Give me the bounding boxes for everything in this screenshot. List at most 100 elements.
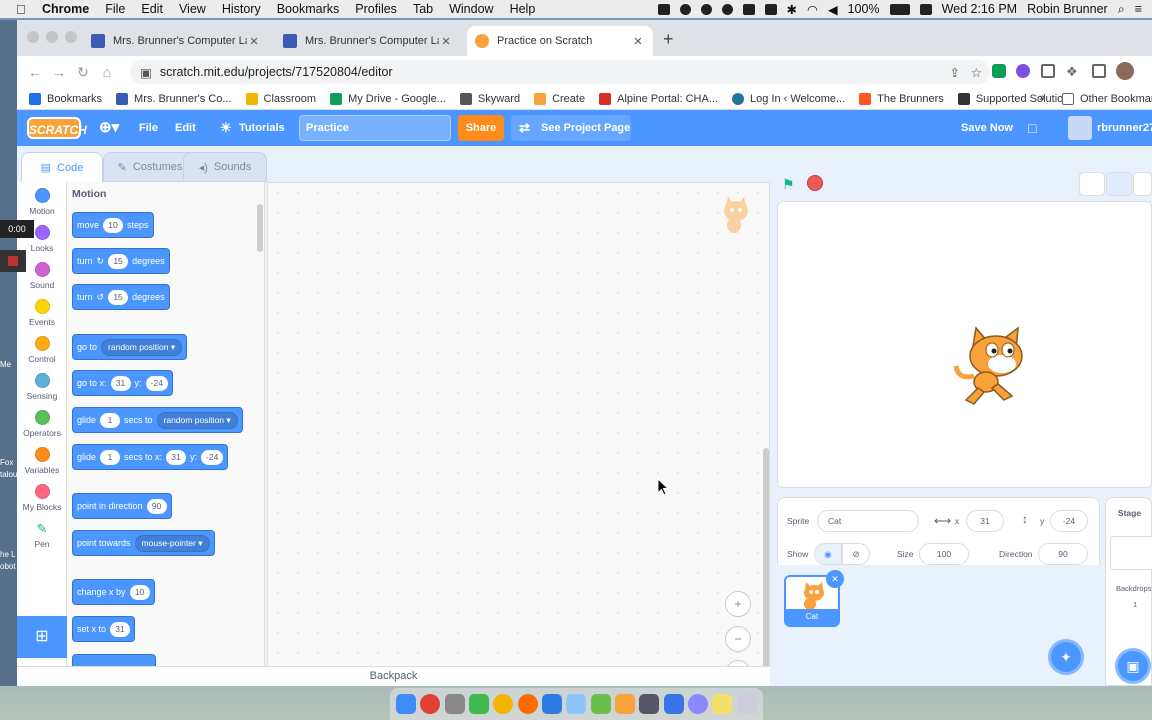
scratch-logo[interactable]: SCRATCH	[27, 117, 87, 139]
block-input[interactable]: 15	[108, 253, 129, 269]
app-icon[interactable]	[542, 694, 563, 714]
show-hidden-button[interactable]: ⊘	[842, 543, 870, 565]
bookmarks-overflow-icon[interactable]: »	[1039, 92, 1045, 104]
spotlight-search-icon[interactable]: ⌕	[1118, 2, 1125, 17]
status-cloud-icon[interactable]	[721, 3, 733, 15]
block-input[interactable]: -24	[201, 449, 224, 465]
app-icon[interactable]	[639, 694, 660, 714]
bookmark-item[interactable]: Skyward	[459, 92, 520, 105]
block-turn-left[interactable]: turn ↺ 15 degrees	[72, 284, 170, 310]
green-flag-icon[interactable]: ⚑	[782, 176, 795, 193]
bookmark-item[interactable]: Alpine Portal: CHA...	[599, 92, 718, 105]
menu-edit[interactable]: Edit	[141, 2, 163, 16]
close-icon[interactable]: ✕	[439, 35, 453, 48]
control-center-icon[interactable]	[919, 3, 932, 15]
lock-icon[interactable]: ▣	[140, 65, 152, 80]
account-username[interactable]: rbrunner27	[1097, 110, 1152, 146]
menu-help[interactable]: Help	[510, 2, 536, 16]
block-input[interactable]: 10	[103, 217, 124, 233]
firefox-icon[interactable]	[517, 694, 538, 714]
photos-icon[interactable]	[493, 694, 514, 714]
code-workspace[interactable]	[267, 182, 770, 678]
status-app-icon-2[interactable]	[700, 3, 712, 15]
bookmark-item[interactable]: Log In ‹ Welcome...	[731, 92, 845, 105]
recording-stop-button[interactable]	[0, 250, 26, 272]
show-visible-button[interactable]: ◉	[814, 543, 842, 565]
category-my-blocks[interactable]: My Blocks	[17, 484, 67, 512]
small-stage-button[interactable]	[1079, 172, 1105, 196]
close-icon[interactable]: ✕	[247, 35, 261, 48]
block-dropdown[interactable]: random position ▾	[101, 338, 183, 356]
block-input[interactable]: 15	[108, 289, 129, 305]
sprite-name-input[interactable]: Cat	[817, 510, 919, 532]
stage-target-panel[interactable]: Stage Backdrops 1 ▣	[1105, 497, 1152, 686]
chrome-icon[interactable]	[420, 694, 441, 714]
browser-tab-active[interactable]: Practice on Scratch ✕	[467, 26, 653, 56]
block-glide-to[interactable]: glide 1 secs to random position ▾	[72, 407, 243, 433]
menu-profiles[interactable]: Profiles	[355, 2, 397, 16]
extension-icon[interactable]	[1016, 64, 1030, 78]
volume-icon[interactable]: ◀	[828, 2, 838, 17]
trash-icon[interactable]	[736, 694, 757, 714]
lightbulb-icon[interactable]: ☀	[220, 110, 232, 146]
preview-icon[interactable]	[566, 694, 587, 714]
status-gear-icon[interactable]	[679, 3, 691, 15]
fullscreen-button[interactable]	[1133, 172, 1152, 196]
menu-view[interactable]: View	[179, 2, 206, 16]
extensions-puzzle-icon[interactable]: ❖	[1066, 64, 1078, 80]
see-project-page-button[interactable]: ⇄ See Project Page	[511, 115, 631, 141]
settings-icon[interactable]	[688, 694, 709, 714]
project-title-input[interactable]: Practice	[299, 115, 451, 141]
category-pen[interactable]: ✎ Pen	[17, 521, 67, 549]
close-icon[interactable]: ✕	[631, 35, 645, 48]
block-input[interactable]: 10	[129, 584, 150, 600]
menu-bookmarks[interactable]: Bookmarks	[277, 2, 340, 16]
browser-tab[interactable]: Mrs. Brunner's Computer Lab ✕	[83, 26, 269, 56]
user-name[interactable]: Robin Brunner	[1027, 2, 1108, 16]
bookmark-item[interactable]: Bookmarks	[29, 92, 102, 105]
size-input[interactable]: 100	[919, 543, 969, 565]
bluetooth-icon[interactable]: ✱	[787, 2, 797, 17]
block-input[interactable]: 1	[100, 412, 121, 428]
share-button[interactable]: Share	[458, 115, 504, 141]
new-tab-button[interactable]: +	[663, 29, 674, 50]
add-extension-button[interactable]: ⊞	[17, 616, 67, 658]
notes-icon[interactable]	[712, 694, 733, 714]
window-close-button[interactable]	[27, 31, 39, 43]
block-input[interactable]: 90	[146, 498, 167, 514]
x-position-input[interactable]: 31	[966, 510, 1004, 532]
tutorials-button[interactable]: Tutorials	[239, 110, 285, 146]
bookmark-item[interactable]: My Drive - Google...	[330, 92, 446, 105]
bookmark-item[interactable]: Create	[534, 92, 585, 105]
category-motion[interactable]: Motion	[17, 188, 67, 216]
bookmark-item[interactable]: Mrs. Brunner's Co...	[116, 92, 232, 105]
app-icon[interactable]	[590, 694, 611, 714]
scratch-icon[interactable]	[615, 694, 636, 714]
block-go-to-xy[interactable]: go to x: 31 y: -24	[72, 370, 173, 396]
messages-icon[interactable]	[469, 694, 490, 714]
user-avatar[interactable]	[1068, 116, 1092, 140]
menu-window[interactable]: Window	[449, 2, 493, 16]
category-events[interactable]: Events	[17, 299, 67, 327]
drive-extension-icon[interactable]	[992, 64, 1006, 78]
delete-sprite-trash-icon[interactable]: ✕	[826, 570, 844, 588]
window-zoom-button[interactable]	[65, 31, 77, 43]
palette-scrollbar[interactable]	[257, 204, 263, 252]
block-move-steps[interactable]: move 10 steps	[72, 212, 154, 238]
browser-tab[interactable]: Mrs. Brunner's Computer Lab ✕	[275, 26, 461, 56]
menu-app-name[interactable]: Chrome	[42, 2, 89, 16]
bookmark-item[interactable]: Supported Solutio...	[957, 92, 1072, 105]
finder-icon[interactable]	[396, 694, 417, 714]
block-dropdown[interactable]: mouse-pointer ▾	[134, 534, 210, 552]
block-set-x[interactable]: set x to 31	[72, 616, 136, 642]
block-input[interactable]: 31	[166, 449, 187, 465]
category-operators[interactable]: Operators	[17, 410, 67, 438]
window-minimize-button[interactable]	[46, 31, 58, 43]
back-arrow-icon[interactable]: ←	[23, 64, 47, 80]
category-variables[interactable]: Variables	[17, 447, 67, 475]
direction-input[interactable]: 90	[1038, 543, 1088, 565]
cat-sprite[interactable]	[952, 322, 1036, 408]
edit-menu[interactable]: Edit	[175, 110, 196, 146]
clock[interactable]: Wed 2:16 PM	[942, 2, 1018, 16]
block-dropdown[interactable]: random position ▾	[156, 411, 238, 429]
